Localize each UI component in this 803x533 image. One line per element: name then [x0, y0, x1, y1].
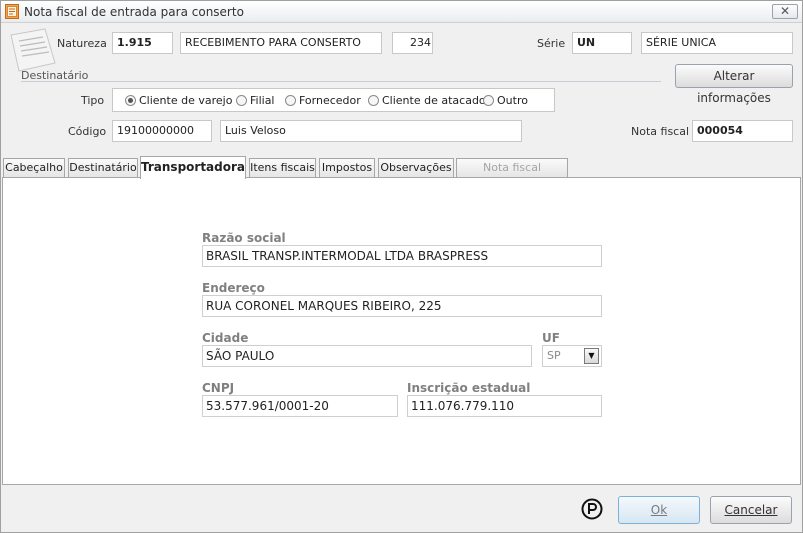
natureza-label: Natureza	[57, 37, 107, 50]
cancel-label: Cancelar	[724, 503, 778, 517]
tab-nota-fiscal-eletronica: Nota fiscal eletrônica	[456, 158, 568, 192]
radio-unselected-icon	[236, 95, 247, 106]
razao-social-label: Razão social	[202, 231, 286, 245]
radio-label: Fornecedor	[299, 94, 361, 107]
dialog-window: Nota fiscal de entrada para conserto ✕ N…	[0, 0, 803, 533]
serie-label: Série	[537, 37, 566, 50]
tab-bar: Cabeçalho Destinatário Transportadora It…	[1, 156, 802, 192]
endereco-field[interactable]: RUA CORONEL MARQUES RIBEIRO, 225	[202, 295, 602, 317]
tab-cabecalho[interactable]: Cabeçalho	[3, 158, 65, 178]
serie-description-field[interactable]: SÉRIE UNICA	[641, 32, 793, 54]
close-icon: ✕	[779, 4, 791, 18]
tab-impostos[interactable]: Impostos	[319, 158, 375, 178]
radio-outro[interactable]: Outro	[483, 94, 528, 108]
radio-unselected-icon	[368, 95, 379, 106]
tab-transportadora[interactable]: Transportadora	[140, 156, 246, 179]
radio-label: Cliente de varejo	[139, 94, 233, 107]
inscricao-estadual-field[interactable]: 111.076.779.110	[407, 395, 602, 417]
destinatario-divider	[21, 81, 661, 82]
tipo-radio-group: Cliente de varejo Filial Fornecedor Clie…	[112, 88, 555, 112]
cidade-field[interactable]: SÃO PAULO	[202, 345, 532, 367]
radio-label: Outro	[497, 94, 528, 107]
uf-label: UF	[542, 331, 560, 345]
document-app-icon	[5, 4, 19, 19]
cancel-button[interactable]: Cancelar	[710, 496, 792, 524]
endereco-label: Endereço	[202, 281, 265, 295]
natureza-description-field[interactable]: RECEBIMENTO PARA CONSERTO	[180, 32, 382, 54]
natureza-code-field[interactable]: 1.915	[112, 32, 173, 54]
inscricao-estadual-label: Inscrição estadual	[407, 381, 531, 395]
p-circle-icon[interactable]	[581, 498, 603, 520]
uf-value: SP	[547, 349, 561, 362]
radio-filial[interactable]: Filial	[236, 94, 275, 108]
radio-cliente-de-atacado[interactable]: Cliente de atacado	[368, 94, 486, 108]
alterar-informacoes-button[interactable]: Alterar informações	[675, 64, 793, 105]
window-title: Nota fiscal de entrada para conserto	[24, 5, 244, 19]
natureza-number-field[interactable]: 234	[392, 32, 433, 54]
radio-label: Filial	[250, 94, 275, 107]
codigo-label: Código	[68, 125, 107, 138]
radio-unselected-icon	[285, 95, 296, 106]
razao-social-field[interactable]: BRASIL TRANSP.INTERMODAL LTDA BRASPRESS	[202, 245, 602, 267]
tipo-label: Tipo	[81, 94, 105, 107]
alterar-informacoes-label: Alterar informações	[697, 69, 771, 105]
tab-observacoes[interactable]: Observações	[378, 158, 454, 178]
chevron-down-icon[interactable]: ▼	[584, 348, 599, 364]
tab-itens-fiscais[interactable]: Itens fiscais	[249, 158, 316, 178]
serie-code-field[interactable]: UN	[572, 32, 632, 54]
radio-fornecedor[interactable]: Fornecedor	[285, 94, 361, 108]
radio-selected-icon	[125, 95, 136, 106]
paper-icon	[10, 28, 56, 72]
transportadora-panel: Razão social BRASIL TRANSP.INTERMODAL LT…	[2, 177, 801, 485]
radio-label: Cliente de atacado	[382, 94, 486, 107]
radio-cliente-de-varejo[interactable]: Cliente de varejo	[125, 94, 232, 108]
nota-fiscal-label: Nota fiscal	[631, 125, 690, 138]
codigo-field[interactable]: 19100000000	[112, 120, 212, 142]
close-button[interactable]: ✕	[772, 4, 798, 19]
ok-label: Ok	[650, 503, 668, 517]
nota-fiscal-field[interactable]: 000054	[692, 120, 793, 142]
radio-unselected-icon	[483, 95, 494, 106]
title-bar: Nota fiscal de entrada para conserto ✕	[1, 1, 802, 23]
ok-button[interactable]: Ok	[618, 496, 700, 524]
tab-destinatario[interactable]: Destinatário	[68, 158, 138, 178]
cidade-label: Cidade	[202, 331, 249, 345]
cnpj-field[interactable]: 53.577.961/0001-20	[202, 395, 398, 417]
cnpj-label: CNPJ	[202, 381, 235, 395]
uf-select[interactable]: SP ▼	[542, 345, 602, 367]
destinatario-name-field[interactable]: Luis Veloso	[220, 120, 522, 142]
